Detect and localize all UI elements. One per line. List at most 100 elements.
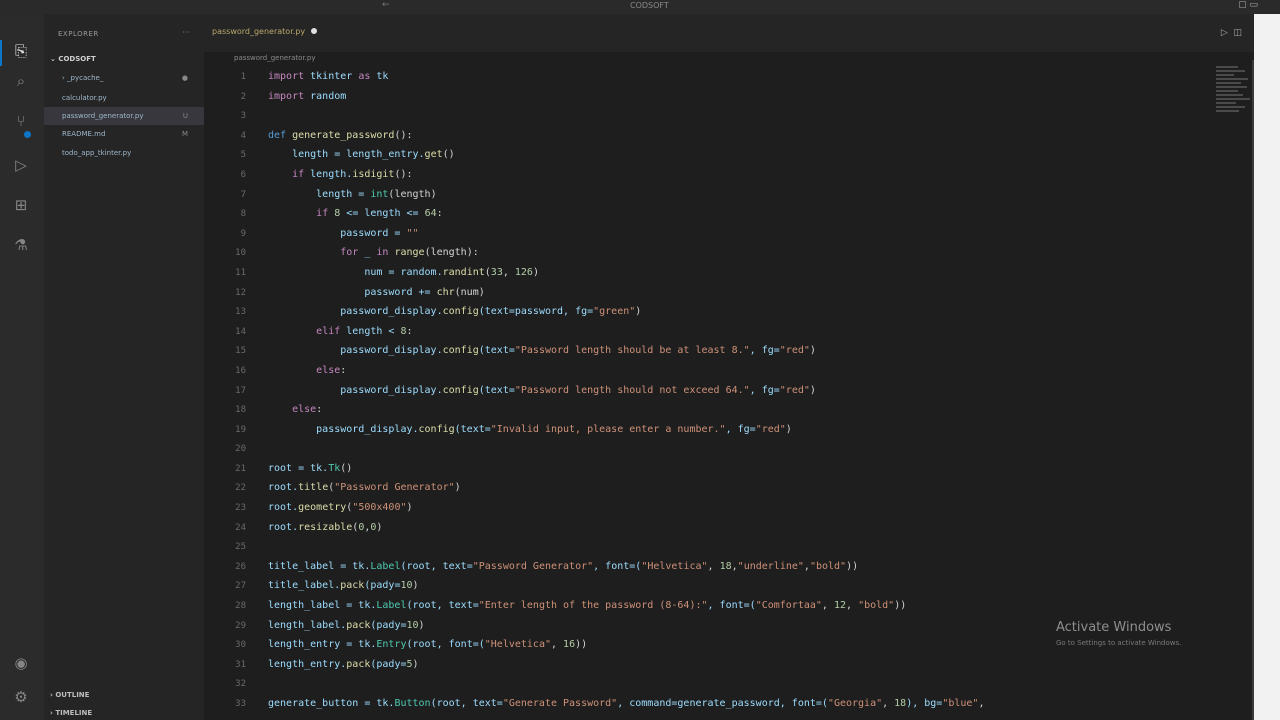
code-text: length_entry = tk.Entry(root, font=("Hel… [268, 639, 588, 651]
code-line: 18 else: [204, 402, 1254, 422]
line-number: 31 [235, 659, 246, 670]
window-title: CODSOFT [630, 1, 669, 10]
tab-password-generator[interactable]: password_generator.py [212, 27, 318, 36]
code-line: 5 length = length_entry.get() [204, 147, 1254, 167]
minimap[interactable] [1216, 66, 1252, 126]
line-number: 1 [240, 72, 246, 82]
code-line: 15 password_display.config(text="Passwor… [204, 343, 1254, 363]
testing-icon[interactable]: ⚗ [10, 234, 32, 256]
code-text: length = length_entry.get() [268, 149, 455, 161]
code-line: 33 generate_button = tk.Button(root, text… [204, 696, 1254, 716]
search-icon[interactable]: ⌕ [10, 70, 32, 92]
line-number: 24 [235, 522, 246, 533]
line-number: 33 [235, 699, 246, 709]
line-number: 4 [240, 130, 246, 141]
code-text: root.geometry("500x400") [268, 502, 413, 514]
run-debug-icon[interactable]: ▷ [10, 154, 32, 176]
title-bar: ← CODSOFT ▢ ▭ [0, 0, 1280, 14]
code-line: 12 password += chr(num) [204, 285, 1254, 305]
code-text: elif length < 8: [316, 325, 413, 337]
extensions-icon[interactable]: ⊞ [10, 194, 32, 216]
code-line: 10 for _ in range(length): [204, 245, 1254, 265]
line-number: 23 [235, 503, 246, 514]
workspace-folder[interactable]: ⌄ CODSOFT [50, 55, 96, 63]
activate-windows-watermark: Activate Windows Go to Settings to activ… [1056, 620, 1181, 647]
code-text: length = int(length) [268, 188, 437, 200]
code-line: 20 [204, 441, 1254, 461]
code-line: 3 [204, 108, 1254, 128]
line-number: 16 [235, 365, 246, 376]
code-line: 13 password_display.config(text=password… [204, 304, 1254, 324]
code-text: root.resizable(0,0) [268, 521, 383, 533]
outline-section[interactable]: › OUTLINE [50, 691, 89, 699]
code-text: password_display.config(text=password, f… [268, 306, 642, 318]
tree-item-calculator[interactable]: calculator.py [44, 89, 204, 107]
code-line: 22 root.title("Password Generator") [204, 480, 1254, 500]
line-number: 22 [235, 483, 246, 494]
line-number: 25 [235, 542, 246, 553]
tree-item-pycache[interactable]: › _pycache_ ● [44, 69, 204, 87]
explorer-header: EXPLORER [58, 30, 99, 38]
unsaved-dot-icon[interactable] [311, 28, 318, 34]
tree-item-label: password_generator.py [62, 112, 144, 120]
line-number: 15 [235, 346, 246, 357]
line-number: 18 [235, 405, 246, 416]
explorer-icon[interactable]: ⎘ [10, 40, 32, 62]
tree-item-status: ● [181, 74, 188, 82]
tree-item-readme[interactable]: README.md M [44, 125, 204, 143]
source-control-icon[interactable]: ⑂ [10, 110, 32, 132]
code-text: length_label.pack(pady=10) [268, 619, 425, 631]
code-line: 31 length_entry.pack(pady=5) [204, 657, 1254, 677]
code-line: 26 title_label = tk.Label(root, text="Pas… [204, 559, 1254, 579]
code-text: for _ in range(length): [340, 247, 479, 259]
back-arrow-icon[interactable]: ← [382, 0, 390, 10]
code-lines: 1 import tkinter as tk 2 import random 3 4… [204, 69, 1254, 716]
window-controls[interactable]: ▢ ▭ [1238, 0, 1258, 10]
tab-label: password_generator.py [212, 27, 306, 36]
source-control-badge [24, 131, 31, 138]
settings-gear-icon[interactable]: ⚙ [10, 686, 32, 708]
line-number: 14 [235, 326, 246, 337]
run-icon[interactable]: ▷ [1221, 28, 1228, 38]
code-text: password_display.config(text="Password l… [268, 384, 816, 396]
code-text: password_display.config(text="Invalid in… [268, 423, 792, 435]
active-view-marker [0, 40, 2, 66]
code-line: 23 root.geometry("500x400") [204, 500, 1254, 520]
code-text: password = "" [268, 227, 419, 239]
code-line: 28 length_label = tk.Label(root, text="En… [204, 598, 1254, 618]
line-number: 20 [235, 444, 246, 455]
code-line: 7 length = int(length) [204, 187, 1254, 207]
code-text: length_entry.pack(pady=5) [268, 658, 419, 670]
code-text: num = random.randint(33, 126) [268, 266, 539, 278]
code-text: root.title("Password Generator") [268, 482, 461, 494]
code-line: 19 password_display.config(text="Invalid… [204, 422, 1254, 442]
code-line: 27 title_label.pack(pady=10) [204, 578, 1254, 598]
code-text: password_display.config(text="Password l… [268, 345, 816, 357]
split-editor-icon[interactable]: ◫ [1233, 28, 1242, 38]
tree-item-status: M [181, 130, 188, 138]
code-line: 4 def generate_password(): [204, 128, 1254, 148]
tree-item-label: README.md [62, 130, 106, 138]
code-line: 11 num = random.randint(33, 126) [204, 265, 1254, 285]
activity-bar: ⎘ ⌕ ⑂ ▷ ⊞ ⚗ ◉ ⚙ [0, 14, 44, 720]
watermark-title: Activate Windows [1056, 620, 1172, 635]
tree-item-label: _pycache_ [67, 74, 104, 82]
code-text: title_label.pack(pady=10) [268, 580, 419, 592]
code-line: 21 root = tk.Tk() [204, 461, 1254, 481]
line-number: 5 [240, 150, 246, 161]
tree-item-password-generator[interactable]: password_generator.py U [44, 107, 204, 125]
more-actions-icon[interactable]: ··· [182, 28, 190, 37]
timeline-section[interactable]: › TIMELINE [50, 709, 92, 717]
code-line: 8 if 8 <= length <= 64: [204, 206, 1254, 226]
code-line: 24 root.resizable(0,0) [204, 520, 1254, 540]
code-text: import random [268, 90, 347, 102]
tree-item-label: calculator.py [62, 94, 107, 102]
line-number: 30 [235, 640, 246, 651]
tree-item-todo-app[interactable]: todo_app_tkinter.py [44, 144, 204, 162]
line-number: 11 [235, 267, 246, 278]
code-line: 16 else: [204, 363, 1254, 383]
code-line: 25 [204, 539, 1254, 559]
code-text: password += chr(num) [268, 286, 485, 298]
account-icon[interactable]: ◉ [10, 652, 32, 674]
editor-actions: ▷ ◫ [1221, 28, 1242, 38]
